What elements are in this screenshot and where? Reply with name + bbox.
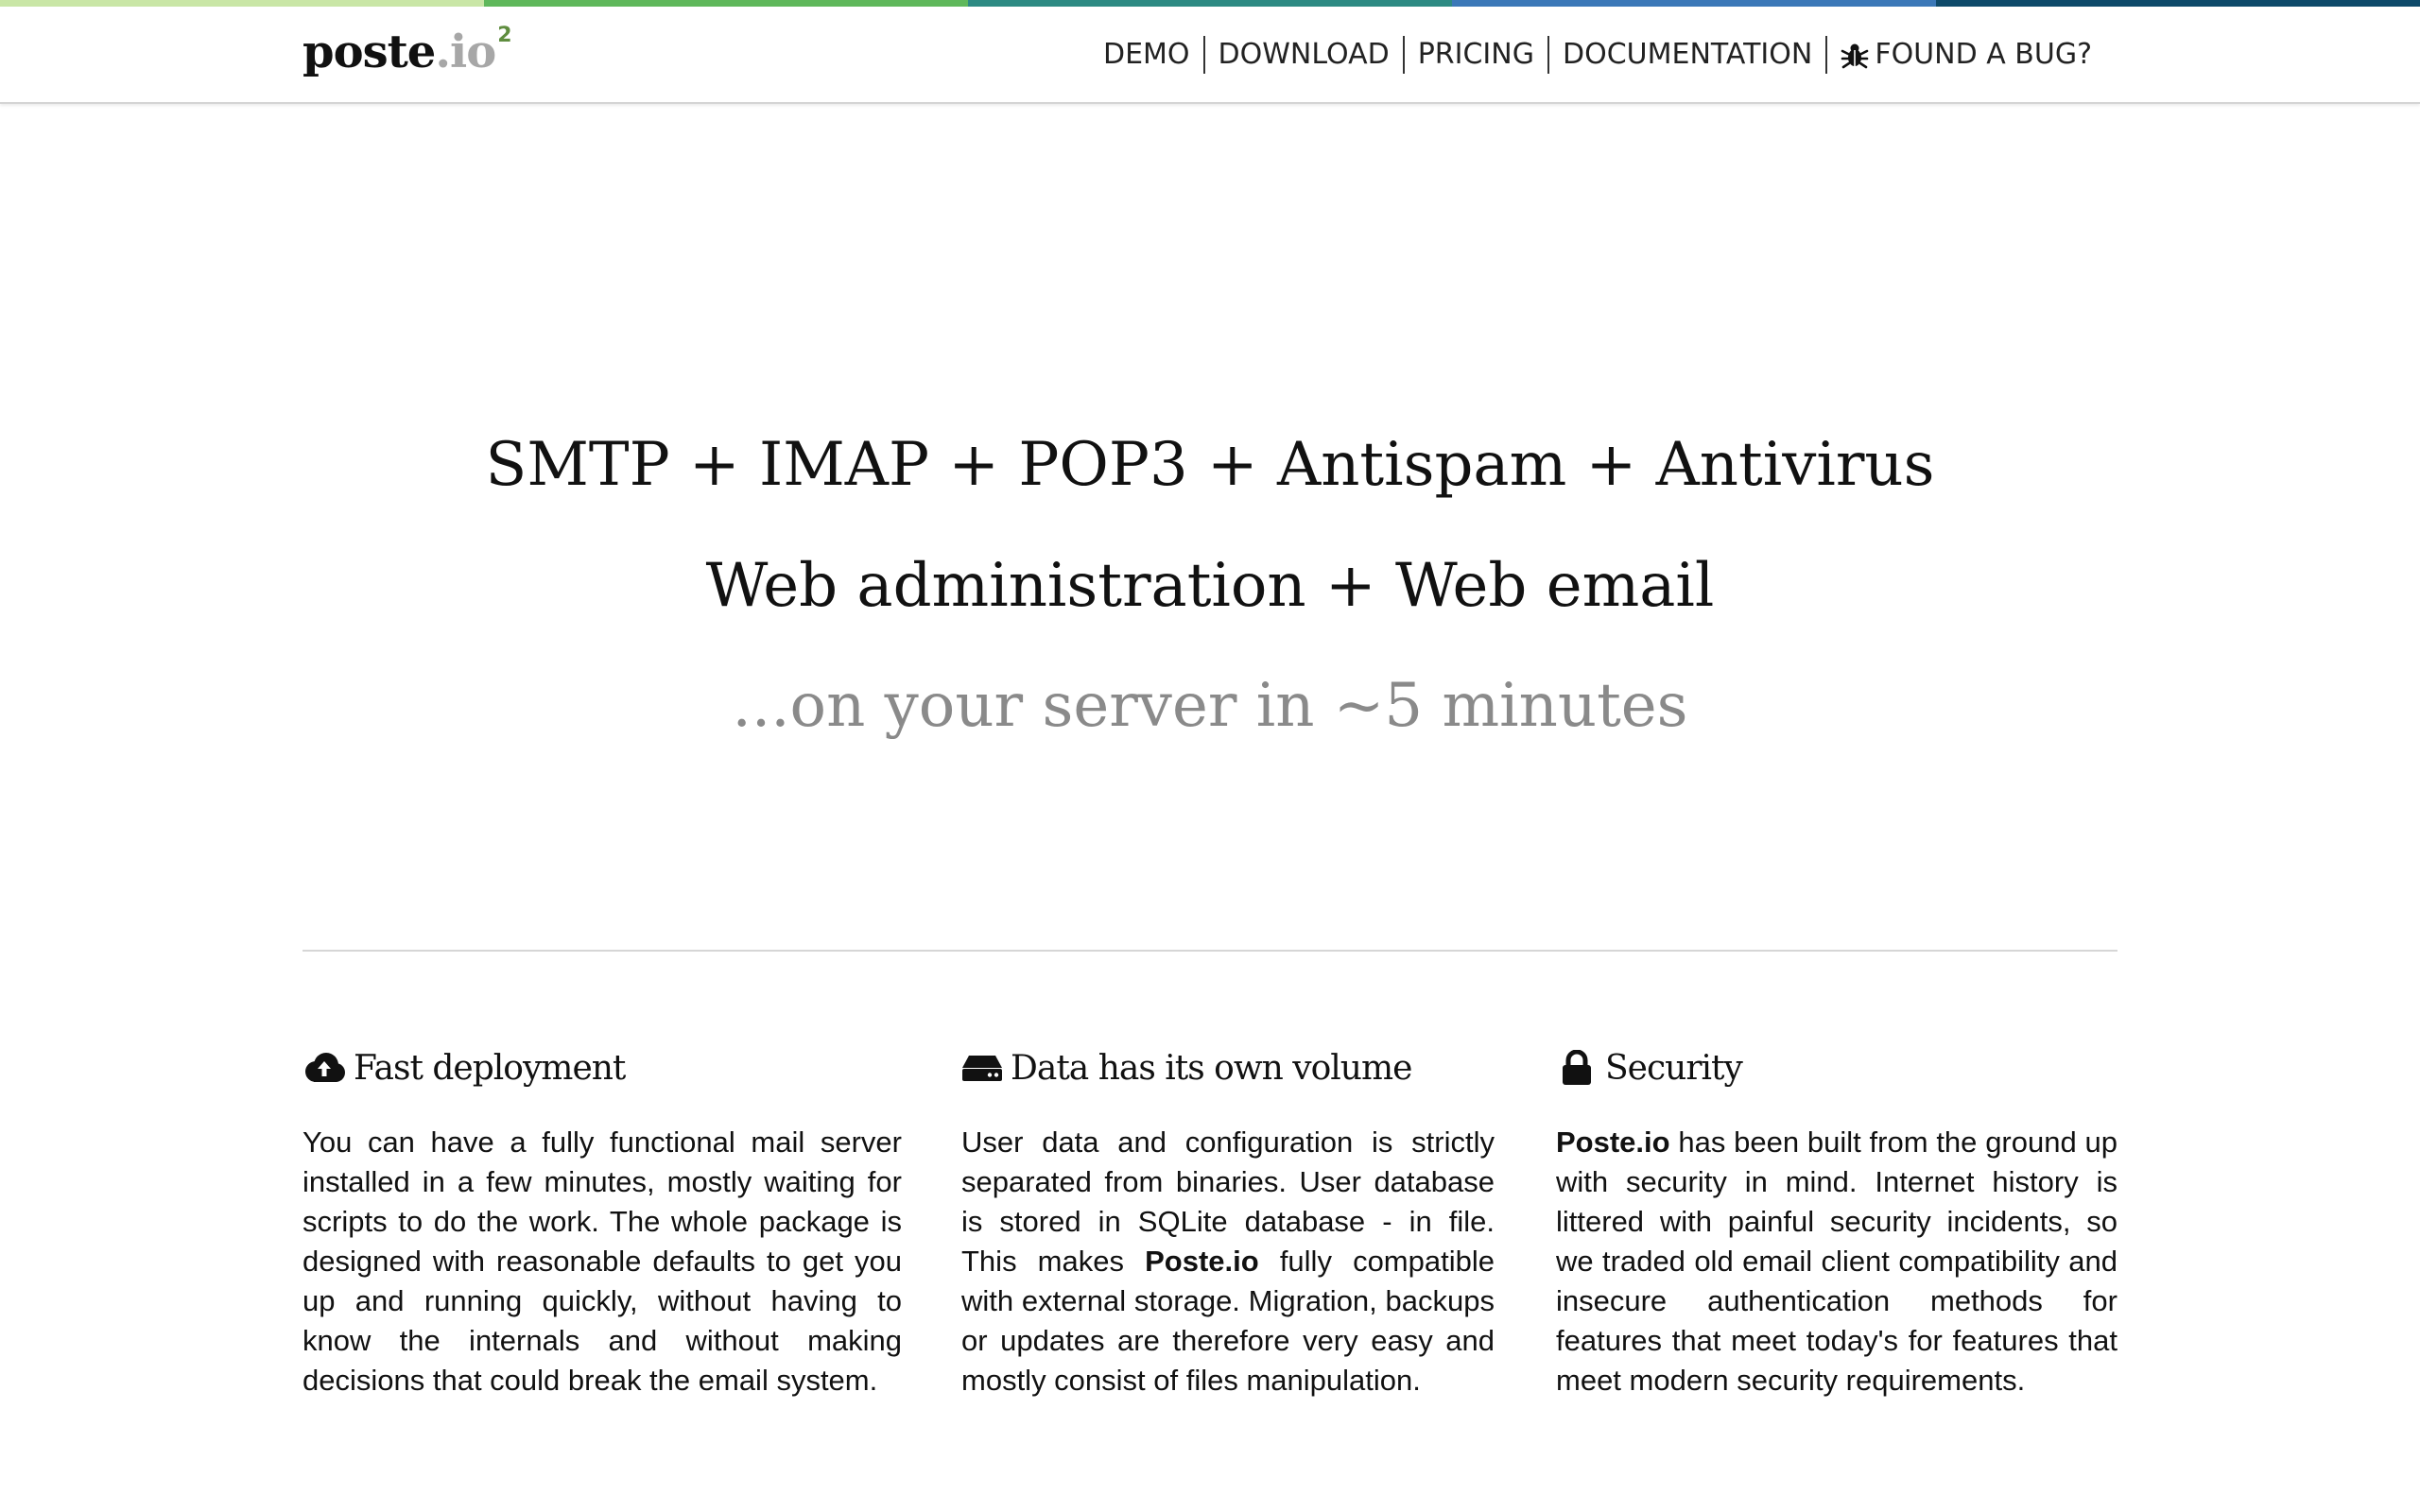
nav-link-demo[interactable]: DEMO — [1090, 36, 1203, 74]
feature-security: Security Poste.io has been built from th… — [1556, 1040, 2118, 1400]
section-divider — [302, 950, 2118, 952]
top-bar-segment-4 — [1452, 0, 1936, 7]
nav-link-documentation[interactable]: DOCUMENTATION — [1549, 36, 1825, 74]
logo-superscript: 2 — [497, 24, 511, 47]
top-bar-segment-3 — [968, 0, 1452, 7]
nav-link-found-a-bug[interactable]: FOUND A BUG? — [1827, 36, 2105, 74]
feature-title: Data has its own volume — [961, 1040, 1495, 1096]
feature-text-end: has been built from the ground up with s… — [1556, 1125, 2118, 1397]
feature-title-text: Fast deployment — [354, 1048, 626, 1088]
bug-icon — [1841, 41, 1869, 69]
top-bar-segment-5 — [1936, 0, 2420, 7]
feature-description: User data and configuration is strictly … — [961, 1123, 1495, 1400]
hero-line-tagline: ...on your server in ~5 minutes — [732, 671, 1688, 741]
feature-description: You can have a fully functional mail ser… — [302, 1125, 902, 1397]
main-nav: DEMO DOWNLOAD PRICING DOCUMENTATION FOUN… — [1090, 33, 2105, 77]
feature-description: Poste.io has been built from the ground … — [1556, 1123, 2118, 1400]
feature-title: Security — [1556, 1040, 2118, 1096]
site-header: poste.io2 DEMO DOWNLOAD PRICING DOCUMENT… — [0, 7, 2420, 104]
nav-link-found-a-bug-label: FOUND A BUG? — [1875, 38, 2092, 71]
top-color-bar — [0, 0, 2420, 7]
feature-data-volume: Data has its own volume User data and co… — [961, 1040, 1495, 1400]
feature-title-text: Data has its own volume — [1011, 1048, 1412, 1088]
feature-title: Fast deployment — [302, 1040, 902, 1096]
site-logo[interactable]: poste.io2 — [302, 24, 512, 78]
nav-link-download[interactable]: DOWNLOAD — [1205, 36, 1403, 74]
feature-title-text: Security — [1605, 1048, 1743, 1088]
feature-fast-deployment: Fast deployment You can have a fully fun… — [302, 1040, 902, 1400]
hard-drive-icon — [961, 1053, 1003, 1083]
nav-link-pricing[interactable]: PRICING — [1405, 36, 1547, 74]
top-bar-segment-2 — [484, 0, 968, 7]
top-bar-segment-1 — [0, 0, 484, 7]
cloud-upload-icon — [302, 1052, 346, 1084]
logo-tld: .io — [435, 26, 496, 78]
hero-line-web: Web administration + Web email — [705, 551, 1715, 621]
product-name: Poste.io — [1556, 1125, 1670, 1159]
hero-line-protocols: SMTP + IMAP + POP3 + Antispam + Antiviru… — [485, 430, 1935, 500]
logo-name: poste — [302, 26, 436, 78]
lock-icon — [1562, 1050, 1592, 1086]
product-name: Poste.io — [1145, 1245, 1259, 1278]
